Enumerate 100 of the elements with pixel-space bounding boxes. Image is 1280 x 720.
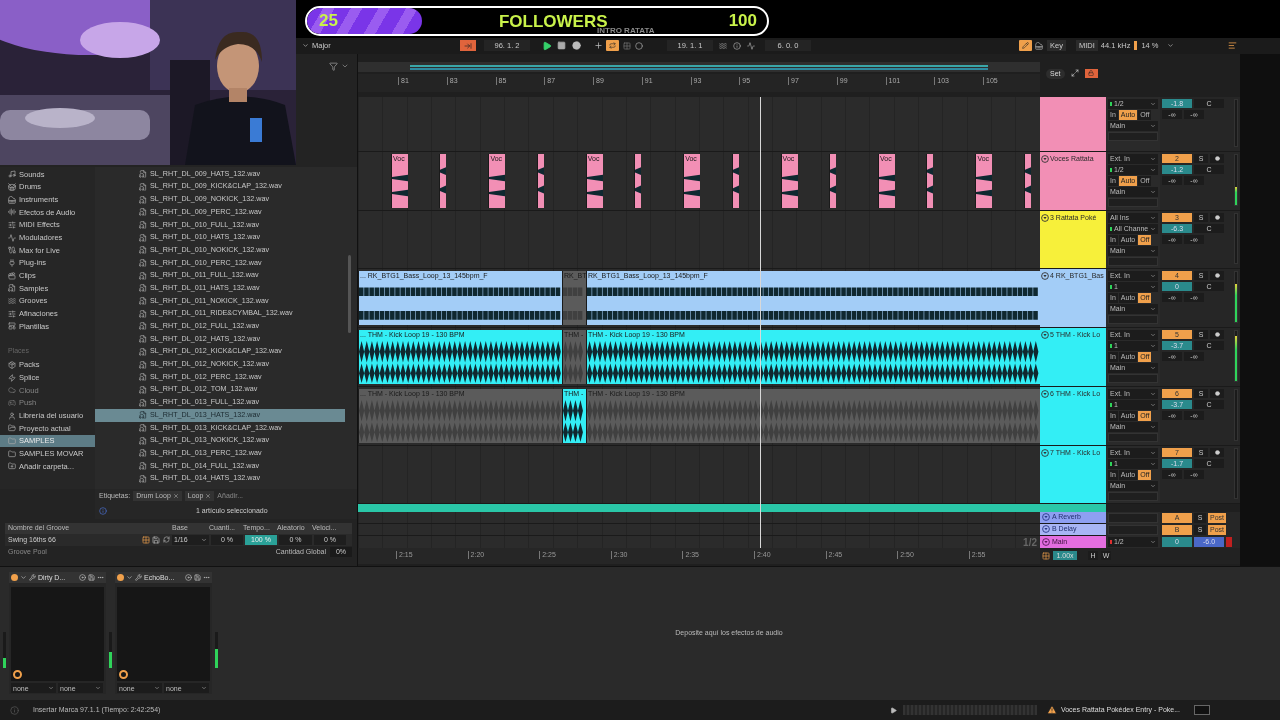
draw-mode-button[interactable] [1019, 40, 1032, 52]
scrollbar-thumb[interactable] [348, 254, 351, 333]
disc-icon[interactable] [79, 574, 86, 582]
curve-icon[interactable] [719, 41, 727, 50]
user-icon [8, 411, 16, 420]
fold-icon[interactable] [1041, 271, 1049, 280]
caret-icon [1150, 423, 1156, 430]
knob-icon[interactable] [119, 670, 128, 680]
audio-clip[interactable] [926, 153, 934, 208]
bars-icon [8, 208, 16, 217]
note-icon [8, 170, 16, 179]
plus-icon[interactable] [594, 41, 603, 51]
package-icon [8, 360, 16, 369]
caret-icon [1150, 100, 1156, 107]
caret-icon [1150, 364, 1156, 371]
lock-button[interactable] [1084, 68, 1098, 78]
caret-icon [1150, 538, 1156, 545]
audio-file-icon [139, 208, 147, 217]
caret-icon [302, 42, 309, 50]
audio-clip[interactable] [536, 153, 544, 208]
caret-icon [201, 536, 207, 543]
audio-clip[interactable] [731, 153, 739, 208]
record-icon [1214, 449, 1220, 455]
wrench-icon[interactable] [135, 574, 142, 582]
stop-icon[interactable] [557, 41, 566, 51]
filter-icon[interactable] [329, 61, 338, 71]
caret-icon [1150, 122, 1156, 129]
panel-toggle-icon[interactable] [1194, 705, 1210, 715]
sliders-icon [8, 220, 16, 229]
audio-file-icon [139, 360, 147, 369]
audio-file-icon [139, 195, 147, 204]
menu-icon[interactable] [1227, 41, 1237, 51]
fold-icon[interactable] [1041, 448, 1049, 457]
zoom-label: 1/2 [1023, 535, 1037, 550]
audio-file-icon [139, 462, 147, 470]
fold-icon[interactable] [1041, 154, 1049, 163]
fold-icon[interactable] [1041, 213, 1049, 222]
audio-clip[interactable] [439, 153, 447, 208]
goal-subtitle: INTRO RATATA [597, 26, 655, 34]
save-icon[interactable] [152, 535, 160, 544]
expand-icon[interactable] [1070, 68, 1079, 77]
arm-button[interactable] [1210, 212, 1224, 222]
record-icon[interactable] [572, 41, 581, 51]
power-icon[interactable] [11, 574, 18, 582]
audio-file-icon [139, 309, 147, 318]
loop-icon [609, 42, 616, 50]
caret-icon [1150, 305, 1156, 312]
audio-file-icon [139, 233, 147, 242]
audio-clip[interactable] [1023, 153, 1031, 208]
caret-icon [1150, 482, 1156, 489]
clip-strip[interactable] [358, 503, 1040, 512]
arm-button[interactable] [1210, 447, 1224, 457]
audio-file-icon [139, 246, 147, 255]
arm-button[interactable] [1210, 153, 1224, 163]
record-icon [1214, 390, 1220, 396]
audio-file-icon [139, 259, 147, 267]
caret-icon [48, 685, 54, 692]
clip-indicator-icon [1226, 536, 1232, 547]
fold-icon[interactable] [1041, 330, 1049, 339]
fold-icon[interactable] [1041, 389, 1049, 398]
audio-file-icon [139, 284, 147, 293]
cpu-bar-icon [1134, 41, 1138, 51]
piano-icon[interactable] [1035, 41, 1043, 50]
power-icon[interactable] [117, 574, 124, 582]
caret-icon[interactable] [126, 574, 133, 582]
caret-icon [1150, 247, 1156, 254]
save-icon[interactable] [88, 574, 95, 582]
audio-clip[interactable] [828, 153, 836, 208]
audio-clip[interactable] [634, 153, 642, 208]
folder-icon [8, 424, 16, 433]
caret-icon [1150, 188, 1156, 195]
audio-file-icon [139, 398, 147, 407]
record-icon [1214, 272, 1220, 278]
arm-button[interactable] [1210, 388, 1224, 398]
cable-icon [8, 246, 16, 255]
arrangement-overview[interactable] [358, 61, 1040, 72]
caret-icon [201, 685, 207, 692]
save-icon[interactable] [194, 574, 201, 582]
follow-button[interactable] [460, 40, 476, 52]
record-icon [1214, 331, 1220, 337]
circle-icon[interactable] [635, 41, 643, 50]
arm-button[interactable] [1210, 270, 1224, 280]
wave-icon [8, 233, 16, 242]
knob-icon[interactable] [13, 670, 22, 680]
refresh-icon[interactable] [163, 536, 170, 544]
loop-switch-button[interactable] [606, 40, 619, 52]
template-icon [8, 322, 16, 331]
audio-file-icon [139, 411, 147, 420]
warning-icon[interactable] [1046, 705, 1057, 715]
caret-icon[interactable] [1166, 42, 1174, 50]
pencil-icon [1022, 42, 1029, 50]
arm-button[interactable] [1210, 329, 1224, 339]
wrench-icon[interactable] [29, 574, 36, 582]
caret-icon [154, 685, 160, 692]
audio-file-icon [139, 423, 147, 432]
ramp-icon[interactable] [747, 41, 755, 50]
audio-file-icon [139, 347, 147, 356]
caret-icon[interactable] [20, 574, 27, 582]
disc-icon[interactable] [185, 574, 192, 582]
audio-file-icon [139, 297, 147, 306]
